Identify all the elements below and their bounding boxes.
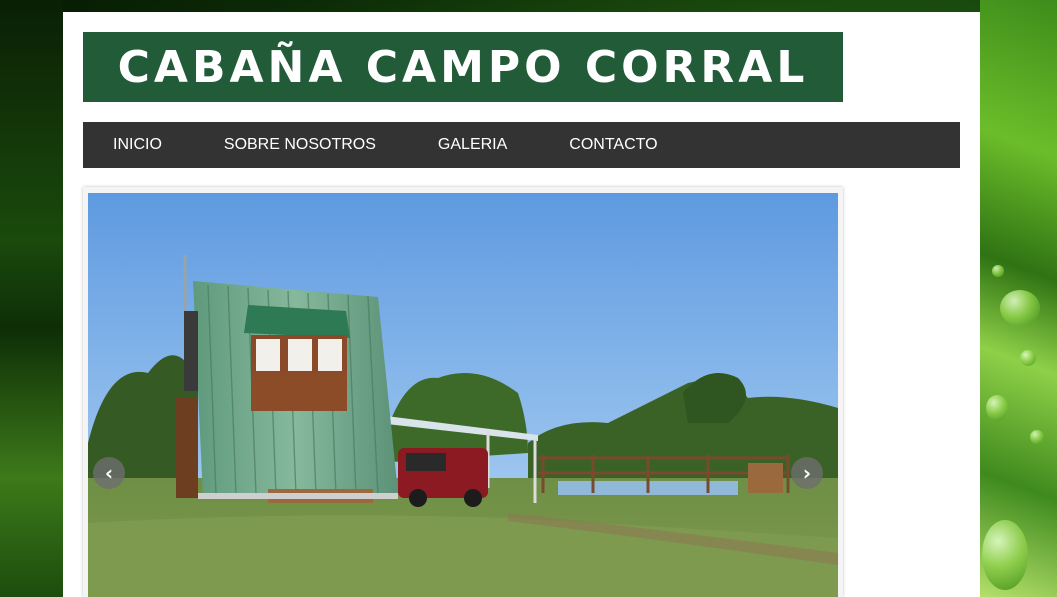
nav-item-sobre-nosotros[interactable]: SOBRE NOSOTROS: [194, 136, 408, 154]
page-container: CABAÑA CAMPO CORRAL INICIO SOBRE NOSOTRO…: [63, 12, 980, 597]
chevron-left-icon: ‹: [104, 461, 114, 485]
site-title: CABAÑA CAMPO CORRAL: [117, 41, 809, 93]
nav-item-galeria[interactable]: GALERIA: [408, 136, 539, 154]
image-slider: ‹ ›: [83, 187, 843, 597]
main-nav: INICIO SOBRE NOSOTROS GALERIA CONTACTO: [83, 122, 960, 168]
nav-item-contacto[interactable]: CONTACTO: [539, 136, 689, 154]
slide-image-cabin: [88, 193, 838, 597]
slider-prev-button[interactable]: ‹: [93, 457, 125, 489]
nav-item-inicio[interactable]: INICIO: [83, 136, 194, 154]
chevron-right-icon: ›: [802, 461, 812, 485]
background-left: [0, 0, 63, 597]
site-logo[interactable]: CABAÑA CAMPO CORRAL: [83, 32, 843, 102]
background-right: [980, 0, 1057, 597]
slider-next-button[interactable]: ›: [791, 457, 823, 489]
